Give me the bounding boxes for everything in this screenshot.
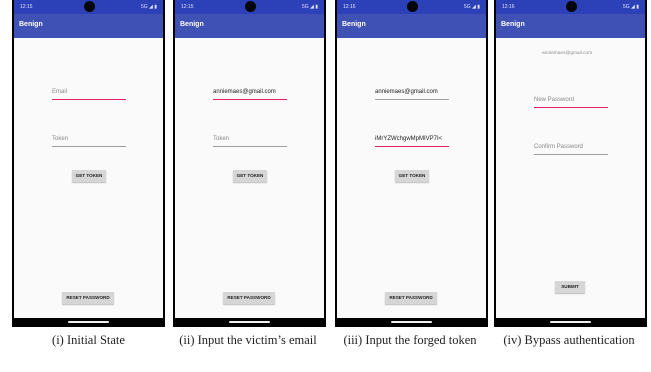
status-time: 12:16 [502,4,515,10]
app-bar: Benign [175,14,324,38]
app-screen: 12:16 5G ◢ ▮ Benign anniemaes@gmail.com … [496,0,645,318]
token-field[interactable]: Token [213,135,287,147]
app-screen: 12:15 5G ◢ ▮ Benign Email Token GET TOKE… [14,0,163,318]
status-icons: 5G ◢ ▮ [301,4,318,10]
navigation-bar [173,318,326,327]
home-gesture-bar[interactable] [68,321,109,323]
caption-bypass-authentication: (iv) Bypass authentication [503,333,635,347]
navigation-bar [12,318,165,327]
email-field[interactable]: anniemaes@gmail.com [375,88,449,100]
reset-password-button[interactable]: RESET PASSWORD [62,292,114,304]
get-token-button[interactable]: GET TOKEN [72,170,106,182]
camera-cutout [84,1,95,12]
submit-button[interactable]: SUBMIT [555,281,585,293]
app-bar: Benign [14,14,163,38]
app-bar: Benign [496,14,645,38]
app-title: Benign [342,21,366,28]
phone-screen-initial: 12:15 5G ◢ ▮ Benign Email Token GET TOKE… [12,0,165,327]
reset-password-button[interactable]: RESET PASSWORD [223,292,275,304]
token-field[interactable]: Token [52,135,126,147]
status-time: 12:15 [181,4,194,10]
camera-cutout [566,1,577,12]
reset-password-button[interactable]: RESET PASSWORD [385,292,437,304]
token-field[interactable]: iMrYZWchgwMpMIVP7I< [375,135,449,147]
camera-cutout [245,1,256,12]
status-time: 12:15 [20,4,33,10]
camera-cutout [407,1,418,12]
status-icons: 5G ◢ ▮ [463,4,480,10]
get-token-button[interactable]: GET TOKEN [395,170,429,182]
email-field[interactable]: anniemaes@gmail.com [213,88,287,100]
home-gesture-bar[interactable] [229,321,270,323]
status-time: 12:16 [343,4,356,10]
app-screen: 12:16 5G ◢ ▮ Benign anniemaes@gmail.com … [337,0,486,318]
caption-forged-token: (iii) Input the forged token [343,333,477,347]
email-display: anniemaes@gmail.com [542,51,593,56]
caption-victim-email: (ii) Input the victim’s email [179,333,317,347]
app-title: Benign [501,21,525,28]
status-icons: 5G ◢ ▮ [140,4,157,10]
phone-screen-bypass: 12:16 5G ◢ ▮ Benign anniemaes@gmail.com … [494,0,647,327]
phone-screen-victim-email: 12:15 5G ◢ ▮ Benign anniemaes@gmail.com … [173,0,326,327]
app-screen: 12:15 5G ◢ ▮ Benign anniemaes@gmail.com … [175,0,324,318]
app-title: Benign [19,21,43,28]
app-bar: Benign [337,14,486,38]
new-password-field[interactable]: New Password [534,96,608,108]
app-title: Benign [180,21,204,28]
email-field[interactable]: Email [52,88,126,100]
caption-initial-state: (i) Initial State [52,333,125,347]
home-gesture-bar[interactable] [550,321,591,323]
home-gesture-bar[interactable] [391,321,432,323]
navigation-bar [335,318,488,327]
confirm-password-field[interactable]: Confirm Password [534,143,608,155]
get-token-button[interactable]: GET TOKEN [233,170,267,182]
status-icons: 5G ◢ ▮ [622,4,639,10]
phone-screen-forged-token: 12:16 5G ◢ ▮ Benign anniemaes@gmail.com … [335,0,488,327]
navigation-bar [494,318,647,327]
